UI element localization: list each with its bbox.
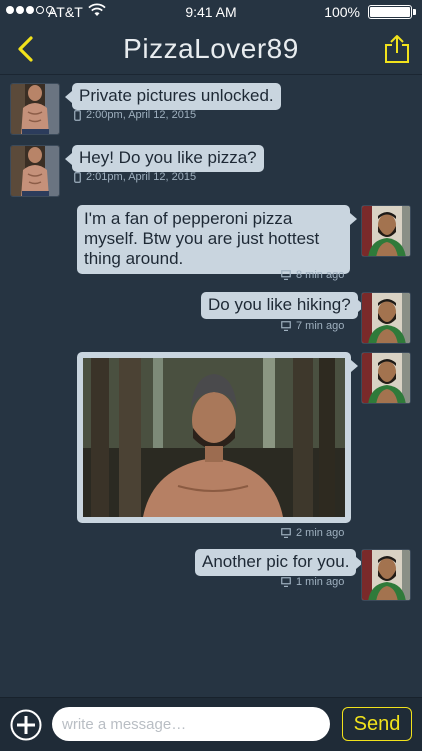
user-avatar[interactable] [361,205,411,257]
desktop-icon [281,577,291,587]
send-button[interactable]: Send [342,707,412,741]
message-timestamp: 2:01pm, April 12, 2015 [86,171,197,183]
message-timestamp: 8 min ago [296,269,345,281]
plus-circle-icon[interactable] [10,709,42,741]
message-input[interactable] [52,707,330,741]
contact-avatar[interactable] [10,83,60,135]
message-meta: 2:00pm, April 12, 2015 [74,109,196,121]
phone-icon [74,109,81,121]
message-timestamp: 1 min ago [296,576,345,588]
message-list[interactable]: Private pictures unlocked. 2:00pm, April… [0,75,422,695]
desktop-icon [281,528,291,538]
share-icon[interactable] [384,34,410,64]
message-meta: 2:01pm, April 12, 2015 [74,171,196,183]
battery-icon [368,5,416,19]
shared-photo[interactable] [83,358,345,517]
message-bubble[interactable]: Do you like hiking? [201,292,365,319]
photo-message[interactable] [77,352,358,523]
message-bubble[interactable]: I'm a fan of pepperoni pizza myself. Btw… [77,205,357,274]
phone-icon [74,171,81,183]
message-meta: 8 min ago [281,269,344,281]
user-avatar[interactable] [361,352,411,404]
desktop-icon [281,270,291,280]
battery-percent: 100% [324,4,360,20]
message-timestamp: 2:00pm, April 12, 2015 [86,109,197,121]
desktop-icon [281,321,291,331]
message-bubble[interactable]: Another pic for you. [195,549,364,576]
message-timestamp: 2 min ago [296,527,345,539]
conversation-title: PizzaLover89 [123,33,299,64]
message-composer: Send [0,697,422,751]
message-meta: 2 min ago [281,527,344,539]
message-bubble[interactable]: Hey! Do you like pizza? [65,145,264,172]
message-meta: 7 min ago [281,320,344,332]
contact-avatar[interactable] [10,145,60,197]
message-meta: 1 min ago [281,576,344,588]
user-avatar[interactable] [361,549,411,601]
status-bar: AT&T 9:41 AM 100% [0,0,422,24]
navigation-bar: PizzaLover89 [0,24,422,75]
message-timestamp: 7 min ago [296,320,345,332]
message-bubble[interactable]: Private pictures unlocked. [65,83,281,110]
user-avatar[interactable] [361,292,411,344]
